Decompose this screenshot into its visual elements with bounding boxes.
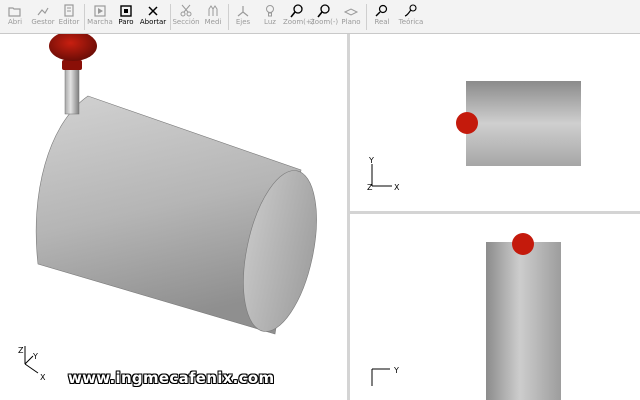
tool-top-view bbox=[456, 112, 478, 134]
zoom-in-icon bbox=[290, 4, 303, 18]
zoom-out-icon bbox=[317, 4, 330, 18]
theoretical-path-icon bbox=[404, 4, 417, 17]
measure-button[interactable]: Medi bbox=[201, 0, 225, 33]
real-path-icon bbox=[375, 4, 388, 17]
section-icon bbox=[180, 4, 192, 17]
axis-label-y: Y bbox=[393, 366, 399, 375]
abort-button[interactable]: Abortar bbox=[139, 0, 167, 33]
run-icon bbox=[94, 5, 106, 17]
axes-button[interactable]: Ejes bbox=[231, 0, 255, 33]
tool-head bbox=[49, 34, 97, 61]
plane-button[interactable]: Plano bbox=[339, 0, 363, 33]
editor-button[interactable]: Editor bbox=[57, 0, 81, 33]
axis-label-y: Y bbox=[32, 352, 38, 361]
axes-icon bbox=[237, 6, 249, 17]
top-viewport[interactable]: Y Z X bbox=[350, 34, 640, 211]
open-button[interactable]: Abri bbox=[2, 0, 28, 33]
stock-top-view bbox=[466, 81, 581, 166]
front-viewport[interactable]: Y bbox=[350, 214, 640, 400]
watermark: www.ingmecafenix.com bbox=[68, 369, 275, 387]
toolbar: Abri Gestor Editor Marcha Paro Abortar S… bbox=[0, 0, 640, 34]
light-button[interactable]: Luz bbox=[258, 0, 282, 33]
tool-shank bbox=[64, 65, 80, 115]
toolbar-separator bbox=[170, 4, 171, 30]
toolbar-separator bbox=[366, 4, 367, 30]
stop-icon bbox=[120, 5, 132, 17]
axis-label-y: Y bbox=[368, 156, 374, 165]
axis-label-x: X bbox=[40, 373, 46, 382]
stop-button[interactable]: Paro bbox=[114, 0, 138, 33]
iso-axis-triad: Z Y X bbox=[18, 346, 46, 382]
tool-front-view bbox=[512, 233, 534, 255]
editor-icon bbox=[64, 4, 74, 17]
manager-icon bbox=[37, 7, 49, 16]
front-axis-triad: Y bbox=[371, 366, 399, 386]
front-scene: Y bbox=[371, 233, 561, 400]
theoretical-path-button[interactable]: Teórica bbox=[396, 0, 426, 33]
toolbar-separator bbox=[84, 4, 85, 30]
light-icon bbox=[266, 5, 274, 17]
axis-label-z: Z bbox=[367, 183, 373, 192]
top-axis-triad: Y Z X bbox=[367, 156, 400, 192]
run-button[interactable]: Marcha bbox=[87, 0, 113, 33]
measure-icon bbox=[208, 5, 218, 16]
top-scene: Y Z X bbox=[367, 81, 581, 192]
zoom-out-button[interactable]: Zoom(-) bbox=[310, 0, 338, 33]
manager-button[interactable]: Gestor bbox=[29, 0, 57, 33]
abort-icon bbox=[148, 6, 158, 16]
toolbar-separator bbox=[228, 4, 229, 30]
iso-scene: Z Y X bbox=[18, 34, 317, 382]
stock-front-view bbox=[486, 242, 561, 400]
real-path-button[interactable]: Real bbox=[369, 0, 395, 33]
section-button[interactable]: Sección bbox=[172, 0, 200, 33]
tool-collar bbox=[62, 60, 82, 70]
axis-label-x: X bbox=[394, 183, 400, 192]
iso-viewport[interactable]: Z Y X bbox=[0, 34, 347, 400]
axis-label-z: Z bbox=[18, 346, 24, 355]
plane-icon bbox=[343, 8, 359, 16]
zoom-in-button[interactable]: Zoom(+) bbox=[283, 0, 315, 33]
open-icon bbox=[8, 7, 21, 17]
